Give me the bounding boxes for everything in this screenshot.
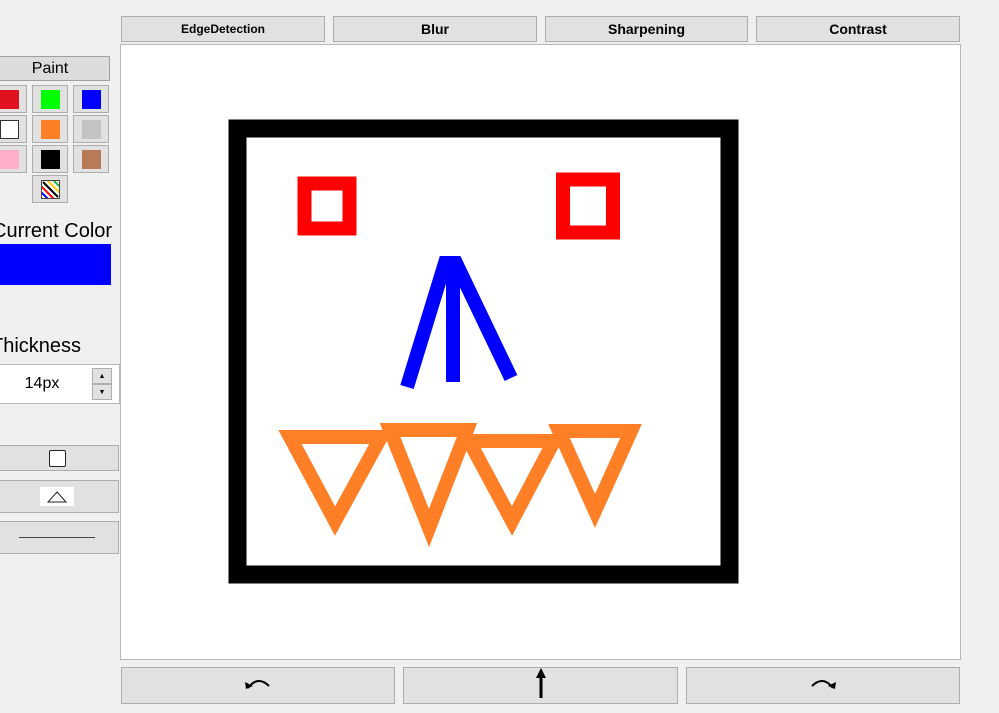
color-swatch-button[interactable] [32,85,68,113]
sharpening-label: Sharpening [607,21,685,37]
line-tool-button[interactable] [0,521,119,554]
chevron-down-icon: ▼ [98,388,106,396]
color-swatch [41,90,60,109]
upload-arrow-icon [535,668,547,703]
thickness-spinbox[interactable]: 14px ▲ ▼ [0,364,120,404]
drawn-nose [400,256,518,390]
color-swatch [82,90,101,109]
thickness-up-button[interactable]: ▲ [92,368,112,384]
contrast-button[interactable]: Contrast [756,16,960,42]
thickness-value[interactable]: 14px [0,365,88,403]
current-color-preview [0,244,111,285]
color-swatch-button[interactable] [0,115,27,143]
color-swatch-button[interactable] [73,145,109,173]
undo-arrow-icon [244,676,272,695]
color-swatch-button[interactable] [73,115,109,143]
contrast-label: Contrast [829,21,887,37]
triangle-tool-button[interactable] [0,480,119,513]
thickness-label: Thickness [0,335,82,357]
blur-label: Blur [421,21,449,37]
drawing-canvas[interactable] [120,44,961,660]
redo-arrow-icon [809,676,837,695]
color-swatch-button[interactable] [32,115,68,143]
paint-button[interactable]: Paint [0,56,110,81]
color-swatch [0,120,19,139]
color-swatch [0,150,19,169]
chevron-up-icon: ▲ [98,372,106,380]
color-swatch [82,150,101,169]
thickness-down-button[interactable]: ▼ [92,384,112,400]
color-swatch [0,90,19,109]
drawn-teeth [278,423,642,548]
rectangle-icon [48,449,66,467]
color-swatch [82,120,101,139]
color-swatch-button[interactable] [0,85,27,113]
edge-detection-button[interactable]: EdgeDetection [121,16,325,42]
triangle-icon [40,487,74,506]
line-icon [19,537,95,538]
color-swatch-button[interactable] [0,145,27,173]
color-swatch-button[interactable] [73,85,109,113]
drawn-right-eye [556,172,620,240]
paint-label: Paint [31,59,69,77]
color-swatch-button[interactable] [32,145,68,173]
upload-button[interactable] [403,667,678,704]
rectangle-tool-button[interactable] [0,445,119,471]
drawn-left-eye [297,176,357,236]
edge-detection-label: EdgeDetection [180,22,265,36]
color-swatch [41,150,60,169]
redo-button[interactable] [686,667,960,704]
blur-button[interactable]: Blur [333,16,537,42]
rainbow-color-button[interactable] [32,175,68,203]
color-swatch [41,120,60,139]
current-color-label: Current Color [0,220,113,242]
undo-button[interactable] [121,667,395,704]
rainbow-swatch-icon [41,180,60,199]
sharpening-button[interactable]: Sharpening [545,16,748,42]
